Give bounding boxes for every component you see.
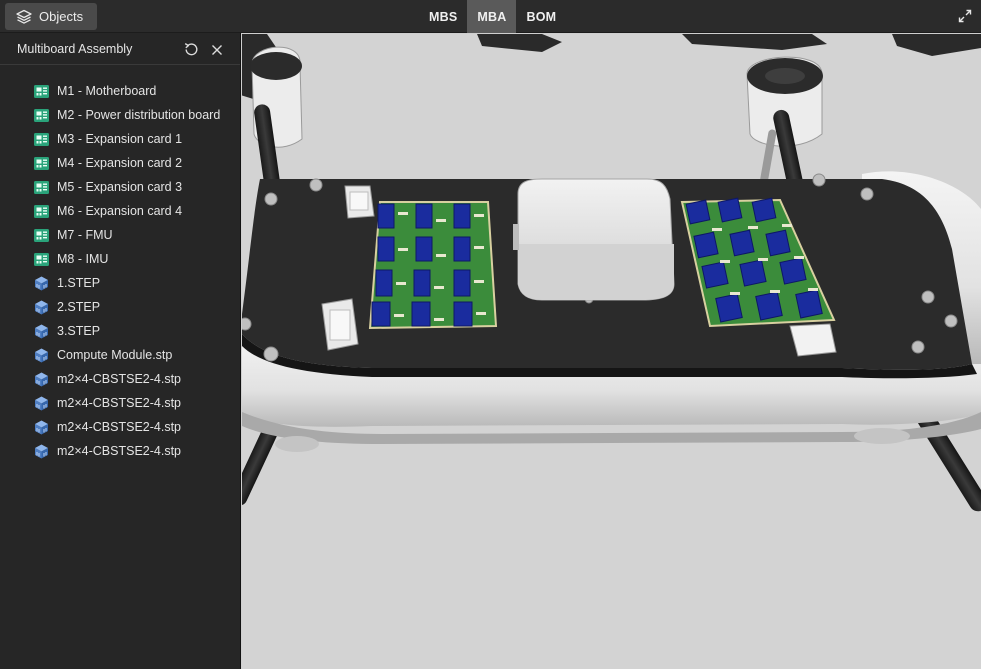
tree-item-label: Compute Module.stp (57, 348, 173, 362)
tree-item[interactable]: Compute Module.stp (0, 343, 240, 367)
tree-item-label: 1.STEP (57, 276, 101, 290)
tree-item[interactable]: m2×4-CBSTSE2-4.stp (0, 415, 240, 439)
objects-button-label: Objects (39, 9, 84, 24)
pcb-board-icon (33, 155, 50, 172)
3d-model-icon (33, 299, 50, 316)
rear-arms (242, 34, 981, 148)
close-icon[interactable] (211, 43, 223, 55)
pcb-board-icon (33, 227, 50, 244)
tree-item[interactable]: M6 - Expansion card 4 (0, 199, 240, 223)
tree-item[interactable]: M7 - FMU (0, 223, 240, 247)
pcb-board-icon (33, 83, 50, 100)
tree-item-label: M7 - FMU (57, 228, 113, 242)
top-toolbar: Objects MBS MBA BOM (0, 0, 981, 33)
tree-item-label: m2×4-CBSTSE2-4.stp (57, 444, 182, 458)
tab-mba[interactable]: MBA (467, 0, 517, 33)
3d-model-icon (33, 347, 50, 364)
tree-item[interactable]: 1.STEP (0, 271, 240, 295)
tree-item-label: 2.STEP (57, 300, 101, 314)
panel-title: Multiboard Assembly (17, 41, 133, 56)
tree-item[interactable]: M4 - Expansion card 2 (0, 151, 240, 175)
tree-item[interactable]: 3.STEP (0, 319, 240, 343)
tree-item[interactable]: m2×4-CBSTSE2-4.stp (0, 439, 240, 463)
3d-model-icon (33, 275, 50, 292)
tree-item[interactable]: M2 - Power distribution board (0, 103, 240, 127)
tree-item-label: M6 - Expansion card 4 (57, 204, 183, 218)
object-tree: M1 - Motherboard M2 - Power distribution … (0, 65, 240, 463)
assembly-render (242, 34, 981, 512)
tree-item-label: M5 - Expansion card 3 (57, 180, 183, 194)
tab-mbs[interactable]: MBS (419, 0, 467, 33)
pcb-board-icon (33, 203, 50, 220)
view-tabs: MBS MBA BOM (419, 0, 566, 33)
tree-item-label: M4 - Expansion card 2 (57, 156, 183, 170)
3d-model-icon (33, 395, 50, 412)
tree-item[interactable]: M5 - Expansion card 3 (0, 175, 240, 199)
tree-item[interactable]: 2.STEP (0, 295, 240, 319)
tree-item-label: M1 - Motherboard (57, 84, 157, 98)
tree-item[interactable]: M3 - Expansion card 1 (0, 127, 240, 151)
pcb-board-icon (33, 251, 50, 268)
tree-item-label: m2×4-CBSTSE2-4.stp (57, 372, 182, 386)
pcb-board-icon (33, 131, 50, 148)
tree-item-label: M8 - IMU (57, 252, 109, 266)
reset-view-icon[interactable] (183, 41, 200, 58)
objects-button[interactable]: Objects (5, 3, 97, 30)
3d-model-icon (33, 443, 50, 460)
expansion-boards-left (368, 201, 498, 330)
tree-item-label: m2×4-CBSTSE2-4.stp (57, 420, 182, 434)
tree-item-label: m2×4-CBSTSE2-4.stp (57, 396, 182, 410)
compute-module (513, 178, 675, 301)
panel-header: Multiboard Assembly (0, 33, 240, 65)
tree-item[interactable]: M8 - IMU (0, 247, 240, 271)
tree-item-label: 3.STEP (57, 324, 101, 338)
tree-item-label: M2 - Power distribution board (57, 108, 221, 122)
tab-bom[interactable]: BOM (516, 0, 566, 33)
fullscreen-icon[interactable] (957, 8, 973, 24)
layers-icon (16, 9, 32, 25)
tree-item[interactable]: M1 - Motherboard (0, 79, 240, 103)
pcb-board-icon (33, 179, 50, 196)
objects-panel: Multiboard Assembly M1 - Motherboard M2 -… (0, 33, 241, 669)
tree-item[interactable]: m2×4-CBSTSE2-4.stp (0, 367, 240, 391)
app-window: Objects MBS MBA BOM Multiboard Assembly (0, 0, 981, 669)
3d-model-icon (33, 419, 50, 436)
pcb-board-icon (33, 107, 50, 124)
tree-item-label: M3 - Expansion card 1 (57, 132, 183, 146)
3d-viewport[interactable] (242, 34, 981, 669)
3d-model-icon (33, 371, 50, 388)
3d-model-icon (33, 323, 50, 340)
tree-item[interactable]: m2×4-CBSTSE2-4.stp (0, 391, 240, 415)
